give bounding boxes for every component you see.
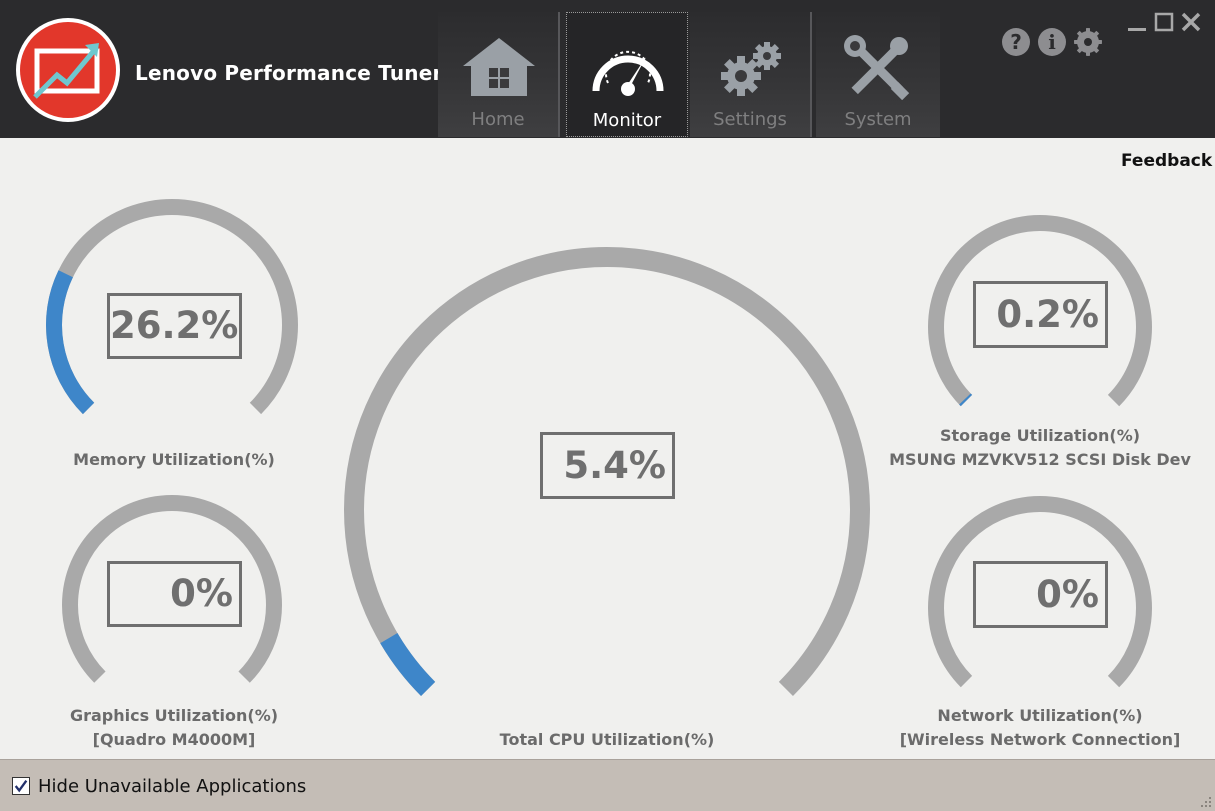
resize-grip-icon[interactable]: [1200, 796, 1212, 808]
cpu-gauge-fill: [380, 632, 436, 696]
memory-gauge-fill: [46, 270, 95, 415]
storage-value: 0.2%: [973, 281, 1108, 348]
storage-label: Storage Utilization(%) MSUNG MZVKV512 SC…: [880, 424, 1200, 472]
hide-unavailable-checkbox[interactable]: [12, 777, 30, 795]
tab-home[interactable]: Home: [438, 12, 560, 137]
memory-label: Memory Utilization(%): [14, 448, 334, 472]
graphics-value: 0%: [107, 561, 242, 627]
hide-unavailable-label[interactable]: Hide Unavailable Applications: [38, 776, 306, 797]
minimize-icon[interactable]: [1125, 10, 1149, 34]
cpu-label: Total CPU Utilization(%): [447, 728, 767, 752]
network-label: Network Utilization(%) [Wireless Network…: [880, 704, 1200, 752]
tools-icon: [844, 35, 910, 100]
graphics-label: Graphics Utilization(%) [Quadro M4000M]: [14, 704, 334, 752]
home-icon: [463, 38, 535, 96]
tab-system-label: System: [844, 109, 912, 130]
storage-gauge-fill: [959, 393, 973, 407]
network-label-line1: Network Utilization(%): [937, 706, 1143, 725]
tab-monitor[interactable]: Monitor: [566, 12, 688, 137]
memory-value: 26.2%: [107, 293, 242, 359]
tab-system[interactable]: System: [816, 12, 940, 137]
info-icon[interactable]: i: [1038, 28, 1066, 56]
graphics-label-line1: Graphics Utilization(%): [69, 706, 279, 725]
cpu-label-line1: Total CPU Utilization(%): [499, 730, 715, 749]
status-bar: Hide Unavailable Applications: [0, 759, 1215, 811]
network-label-line2: [Wireless Network Connection]: [899, 730, 1181, 749]
tab-settings[interactable]: Settings: [690, 12, 812, 137]
help-icon[interactable]: ?: [1002, 28, 1030, 56]
graphics-label-line2: [Quadro M4000M]: [92, 730, 256, 749]
maximize-icon[interactable]: [1152, 10, 1176, 34]
title-bar: Lenovo Performance Tuner Home Monitor Se…: [0, 0, 1215, 138]
tab-monitor-label: Monitor: [592, 110, 662, 131]
tab-home-label: Home: [471, 109, 525, 130]
cpu-value: 5.4%: [540, 432, 675, 499]
speedometer-icon: [592, 50, 664, 96]
gear-icon[interactable]: [1074, 28, 1102, 56]
storage-label-line2: MSUNG MZVKV512 SCSI Disk Dev: [889, 450, 1191, 469]
close-icon[interactable]: [1179, 10, 1203, 34]
memory-label-line1: Memory Utilization(%): [73, 450, 275, 469]
network-value: 0%: [973, 561, 1108, 628]
tab-settings-label: Settings: [713, 109, 787, 130]
storage-label-line1: Storage Utilization(%): [939, 426, 1141, 445]
app-logo: [16, 18, 120, 122]
gears-icon: [721, 42, 781, 96]
app-title: Lenovo Performance Tuner: [135, 61, 443, 85]
